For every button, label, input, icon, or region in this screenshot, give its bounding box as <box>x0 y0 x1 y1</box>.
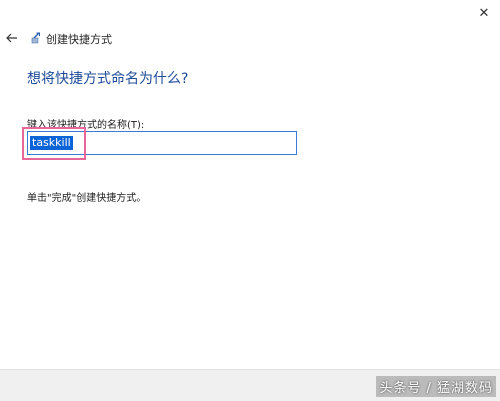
page-heading: 想将快捷方式命名为什么? <box>27 71 189 87</box>
finish-hint: 单击"完成"创建快捷方式。 <box>27 193 147 204</box>
wizard-header: 创建快捷方式 <box>0 28 300 48</box>
shortcut-name-input[interactable]: taskkill <box>27 131 297 155</box>
shortcut-name-value: taskkill <box>30 136 73 150</box>
wizard-title: 创建快捷方式 <box>46 33 112 46</box>
watermark: 头条号 / 猛湖数码 <box>376 376 496 397</box>
back-arrow-icon <box>6 33 17 43</box>
close-icon: ✕ <box>478 5 490 21</box>
wizard-footer: 头条号 / 猛湖数码 <box>0 369 500 401</box>
shortcut-icon <box>31 32 40 44</box>
create-shortcut-window: ✕ 创建快捷方式 想将快捷方式命名为什么? 键入该快捷方式的名称(T): tas… <box>0 0 500 401</box>
shortcut-name-label: 键入该快捷方式的名称(T): <box>27 120 145 131</box>
back-button[interactable] <box>4 30 20 46</box>
close-button[interactable]: ✕ <box>468 0 500 26</box>
